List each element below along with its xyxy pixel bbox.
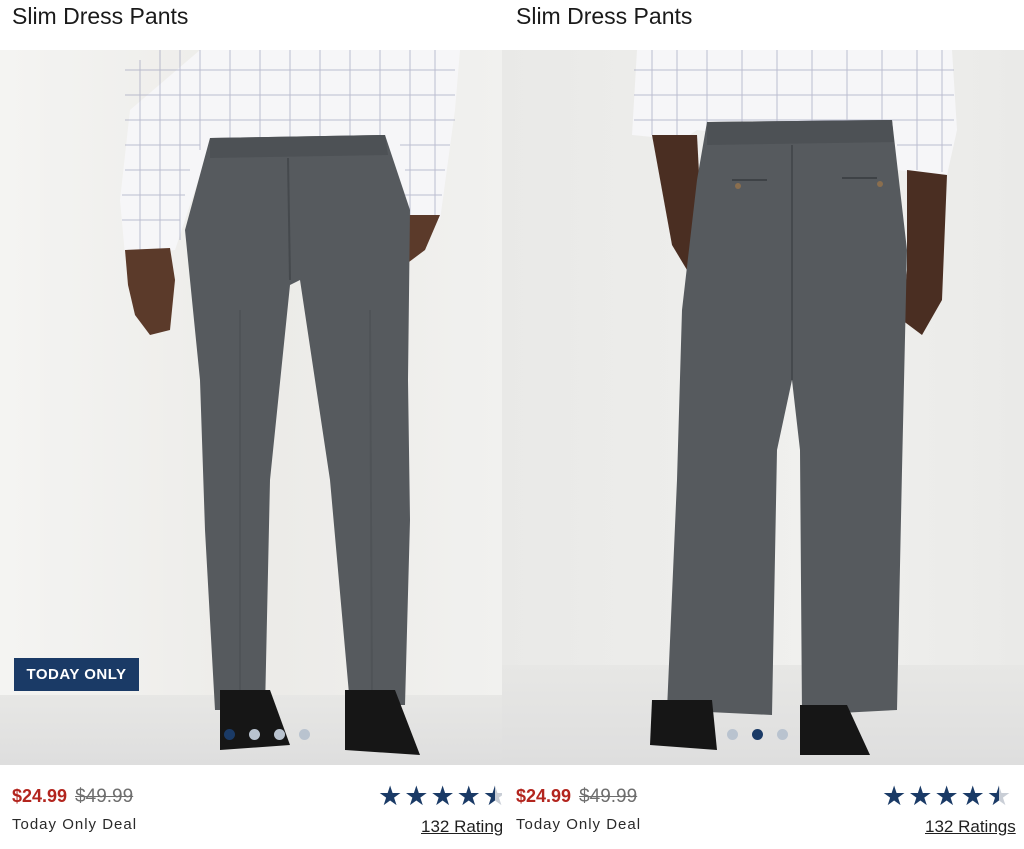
pants-back-image — [632, 50, 957, 755]
carousel-dot[interactable] — [224, 729, 235, 740]
product-title[interactable]: Slim Dress Pants — [12, 2, 188, 30]
star-rating: ★ ★ ★ ★ ★ — [882, 783, 1011, 811]
sale-price: $24.99 — [516, 786, 572, 806]
half-star-icon: ★ — [483, 783, 502, 811]
today-only-badge: TODAY ONLY — [14, 658, 139, 691]
original-price: $49.99 — [579, 786, 638, 807]
carousel-dot[interactable] — [777, 729, 788, 740]
carousel-dot[interactable] — [274, 729, 285, 740]
star-icon: ★ — [908, 781, 933, 812]
star-icon: ★ — [934, 781, 959, 812]
ratings-link[interactable]: 132 Ratings — [421, 817, 502, 837]
deal-label: Today Only Deal — [516, 816, 642, 833]
product-card[interactable]: Slim Dress Pants — [502, 0, 1024, 849]
half-star-icon: ★ — [986, 781, 1012, 812]
star-rating: ★ ★ ★ ★ ★ — [378, 783, 502, 811]
product-image[interactable] — [502, 50, 1024, 765]
product-card[interactable]: Slim Dress Pants — [0, 0, 502, 849]
carousel-dot[interactable] — [752, 729, 763, 740]
price-row: $24.99 $49.99 — [12, 786, 133, 808]
deal-label: Today Only Deal — [12, 816, 138, 833]
image-carousel-dots — [727, 729, 788, 740]
original-price: $49.99 — [75, 786, 134, 807]
product-title[interactable]: Slim Dress Pants — [516, 2, 692, 30]
star-icon: ★ — [456, 781, 481, 812]
star-icon: ★ — [430, 781, 455, 812]
carousel-dot[interactable] — [299, 729, 310, 740]
product-image[interactable]: TODAY ONLY — [0, 50, 502, 765]
carousel-dot[interactable] — [249, 729, 260, 740]
price-row: $24.99 $49.99 — [516, 786, 637, 808]
star-icon: ★ — [960, 781, 985, 812]
image-carousel-dots — [224, 729, 310, 740]
star-icon: ★ — [404, 781, 429, 812]
carousel-dot[interactable] — [727, 729, 738, 740]
star-icon: ★ — [882, 781, 907, 812]
ratings-link[interactable]: 132 Ratings — [925, 817, 1016, 837]
sale-price: $24.99 — [12, 786, 68, 806]
star-icon: ★ — [378, 781, 403, 812]
